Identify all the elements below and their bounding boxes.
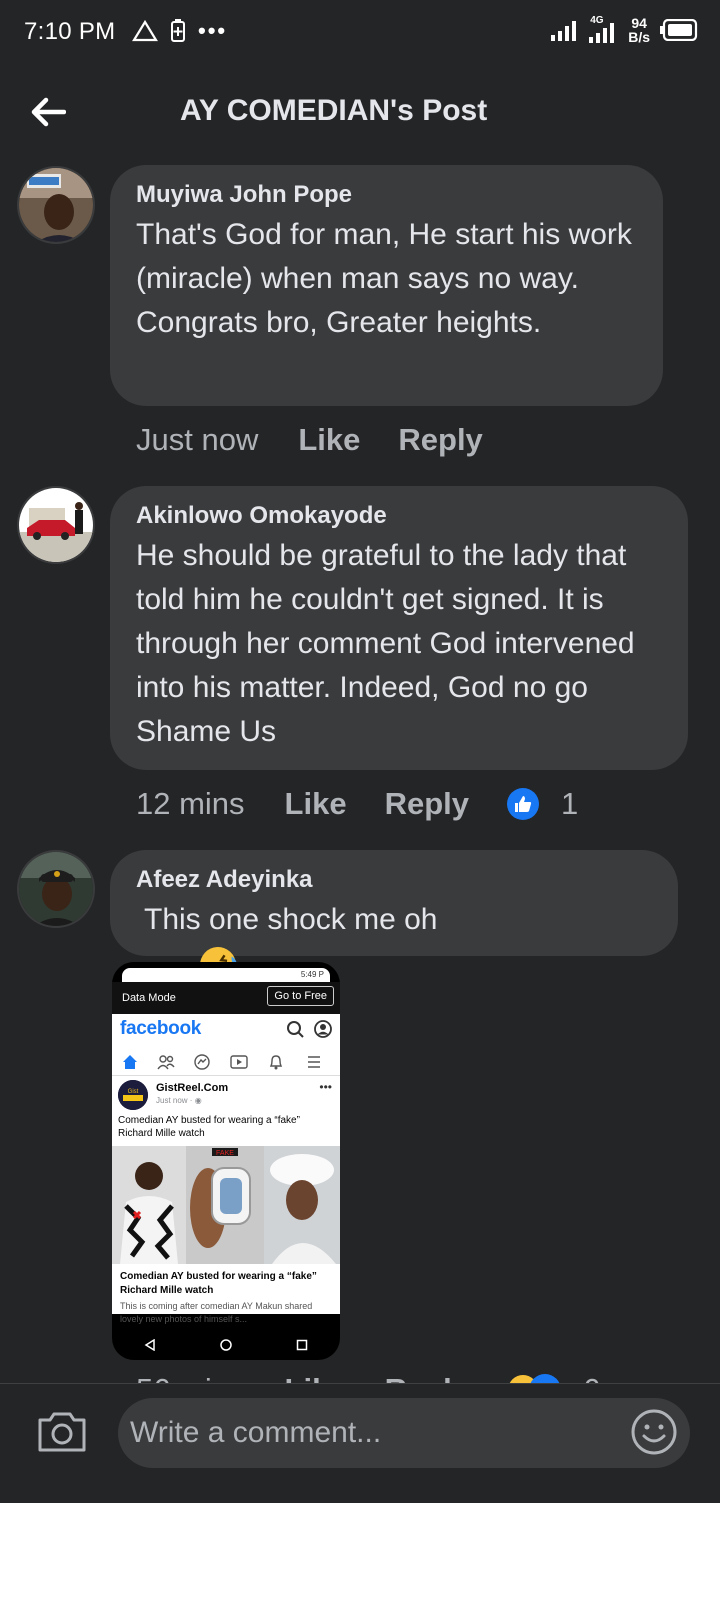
comment-bubble[interactable]: Muyiwa John Pope That's God for man, He … [110,165,663,406]
comment-attachment-image[interactable]: 5:49 P Data Mode Go to Free facebook Gis… [112,962,340,1360]
friends-icon [157,1055,175,1070]
status-time: 7:10 PM [24,18,116,45]
comment-author[interactable]: Afeez Adeyinka [136,866,652,894]
bottom-blank-area [0,1503,720,1600]
attachment-facebook-page: facebook Gist GistReel.Com Just now · ◉ … [112,1014,340,1324]
status-icons-left: ••• [132,18,227,44]
svg-text:Gist: Gist [128,1089,139,1095]
smiley-icon [631,1409,677,1455]
watch-icon [230,1055,248,1069]
battery-icon [660,19,698,41]
attachment-photo: FAKE [112,1146,340,1264]
comment-time: Just now [136,422,259,457]
comment-author[interactable]: Muyiwa John Pope [136,181,637,209]
nav-home-icon [220,1339,232,1351]
comment-composer [0,1383,720,1503]
back-button[interactable] [26,90,70,134]
more-icon: ••• [319,1080,332,1094]
warning-icon [132,20,158,42]
more-notifications-icon: ••• [198,18,228,43]
avatar-akinlowo[interactable] [17,486,95,564]
attachment-link-description: This is coming after comedian AY Makun s… [120,1301,313,1324]
attachment-data-mode-bar: Data Mode Go to Free [112,982,340,1014]
signal-icon [551,21,577,41]
signal-4g-icon: 4G [588,15,618,43]
menu-icon [308,1056,320,1068]
battery-saver-icon [171,19,185,42]
nav-back-icon [144,1339,155,1351]
app-screen: 7:10 PM ••• 4G 94 B/s AY COMEDIAN's Post [0,0,720,1503]
globe-icon: ◉ [194,1096,202,1105]
back-arrow-icon [31,97,66,127]
attachment-status-bar: 5:49 P [122,968,330,982]
nav-recents-icon [296,1339,308,1351]
attachment-nav [112,1048,340,1076]
attachment-post-text: Comedian AY busted for wearing a “fake” … [118,1115,300,1139]
reply-button[interactable]: Reply [385,786,469,822]
comment-bubble[interactable]: Akinlowo Omokayode He should be grateful… [110,486,688,770]
home-icon [123,1055,137,1069]
camera-icon [38,1412,86,1452]
page-title: AY COMEDIAN's Post [180,94,488,127]
status-icons-right: 4G 94 B/s [550,15,698,45]
search-icon [287,1021,304,1038]
like-button[interactable]: Like [285,786,347,822]
comment-text: That's God for man, He start his work (m… [136,218,632,339]
messenger-icon [194,1054,210,1070]
page-avatar: Gist [118,1080,148,1110]
thumbs-up-icon[interactable] [507,788,539,820]
fake-badge-text: FAKE [216,1150,234,1157]
emoji-button[interactable] [630,1408,678,1456]
notifications-icon [269,1055,283,1070]
avatar-afeez[interactable] [17,850,95,928]
post-header: AY COMEDIAN's Post [0,76,720,148]
network-speed: 94 B/s [628,15,650,45]
attachment-nav-bar [112,1330,340,1360]
profile-icon [314,1020,332,1038]
comment-actions: Just now Like Reply [136,422,521,458]
attachment-link-title: Comedian AY busted for wearing a “fake” … [120,1271,317,1296]
comment-input[interactable] [118,1398,690,1468]
comment-actions: 12 mins Like Reply 1 [136,786,578,822]
comment-time: 12 mins [136,786,245,821]
status-bar: 7:10 PM ••• 4G 94 B/s [0,0,720,64]
facebook-logo: facebook [120,1018,202,1039]
like-button[interactable]: Like [298,422,360,458]
comment-text: He should be grateful to the lady that t… [136,539,643,748]
comment-author[interactable]: Akinlowo Omokayode [136,502,662,530]
avatar-muyiwa[interactable] [17,166,95,244]
camera-button[interactable] [36,1410,88,1454]
reaction-count[interactable]: 1 [561,786,578,822]
reply-button[interactable]: Reply [398,422,482,458]
comment-bubble[interactable]: Afeez Adeyinka This one shock me oh [110,850,678,1116]
